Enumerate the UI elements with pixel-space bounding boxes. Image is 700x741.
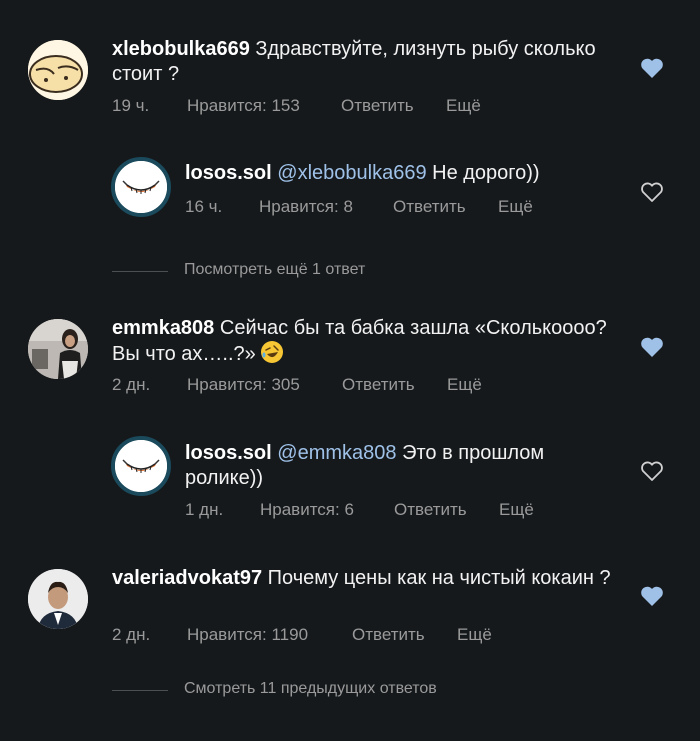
comment-time: 19 ч. xyxy=(112,96,150,115)
view-previous-replies-label[interactable]: Смотреть 11 предыдущих ответов xyxy=(184,680,437,698)
more-button[interactable]: Ещё xyxy=(457,625,492,645)
comment-text: Почему цены как на чистый кокаин ? xyxy=(267,567,611,589)
avatar-losos-sol[interactable] xyxy=(111,436,171,496)
view-more-replies-button[interactable]: Посмотреть ещё 1 ответ xyxy=(112,261,432,281)
heart-outline-icon[interactable] xyxy=(640,181,664,203)
view-previous-replies-button[interactable]: Смотреть 11 предыдущих ответов xyxy=(112,680,532,700)
username[interactable]: valeriadvokat97 xyxy=(112,567,262,589)
heart-outline-icon[interactable] xyxy=(640,460,664,482)
username[interactable]: emmka808 xyxy=(112,317,214,339)
more-button[interactable]: Ещё xyxy=(499,500,534,520)
rofl-emoji-icon xyxy=(261,341,284,363)
reply-button[interactable]: Ответить xyxy=(393,197,466,217)
reply-button[interactable]: Ответить xyxy=(341,96,414,116)
reply-button[interactable]: Ответить xyxy=(342,375,415,395)
more-button[interactable]: Ещё xyxy=(446,96,481,116)
heart-filled-icon[interactable] xyxy=(640,336,664,358)
likes-count[interactable]: Нравится: 153 xyxy=(187,96,300,116)
divider-line xyxy=(112,271,168,272)
avatar-losos-sol[interactable] xyxy=(111,157,171,217)
reply-button[interactable]: Ответить xyxy=(394,500,467,520)
avatar-emmka808[interactable] xyxy=(28,319,88,379)
username[interactable]: xlebobulka669 xyxy=(112,38,250,60)
comment-time: 1 дн. xyxy=(185,500,224,519)
likes-count[interactable]: Нравится: 305 xyxy=(187,375,300,395)
mention-link[interactable]: @xlebobulka669 xyxy=(277,162,426,184)
comment-time: 16 ч. xyxy=(185,197,223,216)
view-more-replies-label[interactable]: Посмотреть ещё 1 ответ xyxy=(184,261,365,279)
comment-time: 2 дн. xyxy=(112,625,151,644)
likes-count[interactable]: Нравится: 6 xyxy=(260,500,354,520)
likes-count[interactable]: Нравится: 1190 xyxy=(187,625,308,645)
divider-line xyxy=(112,690,168,691)
avatar-xlebobulka669[interactable] xyxy=(28,40,88,100)
comment-time: 2 дн. xyxy=(112,375,151,394)
username[interactable]: losos.sol xyxy=(185,442,272,464)
more-button[interactable]: Ещё xyxy=(447,375,482,395)
mention-link[interactable]: @emmka808 xyxy=(277,442,396,464)
heart-filled-icon[interactable] xyxy=(640,57,664,79)
reply-button[interactable]: Ответить xyxy=(352,625,425,645)
likes-count[interactable]: Нравится: 8 xyxy=(259,197,353,217)
more-button[interactable]: Ещё xyxy=(498,197,533,217)
username[interactable]: losos.sol xyxy=(185,162,272,184)
heart-filled-icon[interactable] xyxy=(640,585,664,607)
avatar-valeriadvokat97[interactable] xyxy=(28,569,88,629)
comment-text: Не дорого)) xyxy=(432,162,540,184)
